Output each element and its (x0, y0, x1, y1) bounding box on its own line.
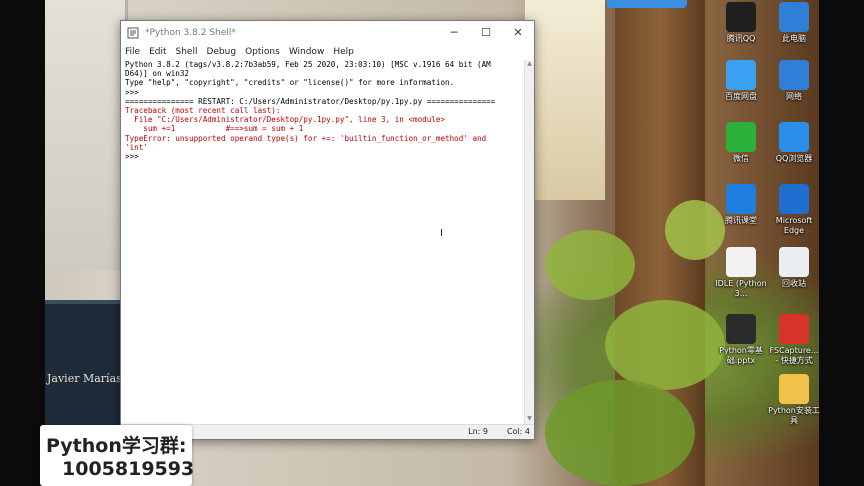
line-indicator: Ln: 9 (468, 427, 488, 436)
tencent-classroom-icon (726, 184, 756, 214)
letterbox-left (0, 0, 45, 486)
desktop-icon[interactable]: 微信 (715, 122, 767, 164)
desktop-icon[interactable]: 腾讯QQ (715, 2, 767, 44)
network-icon (779, 60, 809, 90)
folder-icon (779, 374, 809, 404)
qq-browser-icon (779, 122, 809, 152)
desktop-icon[interactable]: Microsoft Edge (768, 184, 820, 236)
desktop-icon-label: 回收站 (782, 279, 806, 288)
promo-line-1: Python学习群: (46, 435, 187, 457)
shell-line: Python 3.8.2 (tags/v3.8.2:7b3ab59, Feb 2… (125, 60, 491, 69)
desktop-icon[interactable]: IDLE (Python 3... (715, 247, 767, 299)
minimize-button[interactable]: ─ (438, 26, 470, 39)
shell-line: D64)] on win32 (125, 69, 190, 79)
desktop-icon-label: FSCapture... - 快捷方式 (769, 346, 819, 365)
wechat-icon (726, 122, 756, 152)
shell-line: >>> (125, 87, 144, 97)
shell-output[interactable]: Python 3.8.2 (tags/v3.8.2:7b3ab59, Feb 2… (123, 60, 524, 425)
desktop-icon-label: IDLE (Python 3... (715, 279, 767, 298)
desktop-icon-label: 网络 (786, 92, 802, 101)
menu-options[interactable]: Options (245, 47, 280, 57)
edge-icon (779, 184, 809, 214)
maximize-button[interactable]: ☐ (470, 26, 502, 39)
letterbox-right (819, 0, 864, 486)
close-button[interactable]: ✕ (502, 26, 534, 39)
desktop-icon-label: Python安装工具 (768, 406, 820, 425)
desktop-icon[interactable]: 百度网盘 (715, 60, 767, 102)
desktop-icon[interactable]: 腾讯课堂 (715, 184, 767, 226)
promo-banner: Python学习群: 1005819593 (40, 425, 195, 486)
shell-line: >>> (125, 152, 144, 162)
menu-debug[interactable]: Debug (206, 47, 236, 57)
computer-icon (779, 2, 809, 32)
desktop-icon-label: 此电脑 (782, 34, 806, 43)
desktop-icon[interactable]: FSCapture... - 快捷方式 (768, 314, 820, 366)
wall-panel (45, 0, 128, 270)
desktop-icon[interactable]: 回收站 (768, 247, 820, 289)
shell-line: Type "help", "copyright", "credits" or "… (125, 78, 455, 88)
shell-line: sum +=1 #==>sum = sum + 1 (125, 124, 304, 134)
title-bar[interactable]: *Python 3.8.2 Shell* ─ ☐ ✕ (121, 21, 534, 44)
book-title: Javier Marías (47, 372, 122, 385)
window-light (525, 0, 605, 200)
scroll-up-arrow-icon[interactable]: ▲ (525, 60, 534, 70)
desktop-icon-label: QQ浏览器 (775, 154, 813, 163)
floating-tag (607, 0, 687, 8)
fscapture-icon (779, 314, 809, 344)
idle-app-icon (127, 27, 139, 38)
menu-file[interactable]: File (125, 47, 140, 57)
shell-line: 'int' (125, 142, 148, 152)
menu-help[interactable]: Help (333, 47, 354, 57)
recycle-bin-icon (779, 247, 809, 277)
pptx-file-icon (726, 314, 756, 344)
menu-edit[interactable]: Edit (149, 47, 166, 57)
desktop-icon[interactable]: 此电脑 (768, 2, 820, 44)
desktop-icon-label: Python零基础.pptx (719, 346, 763, 365)
text-cursor-icon: I (440, 228, 443, 239)
idle-shell-window[interactable]: *Python 3.8.2 Shell* ─ ☐ ✕ File Edit She… (120, 20, 535, 440)
desktop-icon[interactable]: Python安装工具 (768, 374, 820, 426)
idle-icon (726, 247, 756, 277)
desktop-icon-label: 腾讯QQ (726, 34, 756, 43)
menu-shell[interactable]: Shell (176, 47, 198, 57)
menu-bar: File Edit Shell Debug Options Window Hel… (121, 44, 534, 60)
menu-window[interactable]: Window (289, 47, 325, 57)
vertical-scrollbar[interactable]: ▲ ▼ (524, 60, 534, 425)
desktop-icon[interactable]: QQ浏览器 (768, 122, 820, 164)
window-title: *Python 3.8.2 Shell* (145, 27, 236, 38)
desktop-icon[interactable]: Python零基础.pptx (715, 314, 767, 366)
plant-leaves (545, 380, 695, 486)
desktop-icon[interactable]: 网络 (768, 60, 820, 102)
desktop-icon-label: 微信 (733, 154, 749, 163)
promo-line-2: 1005819593 (62, 458, 195, 480)
plant-leaves (605, 300, 725, 390)
desktop-icon-label: Microsoft Edge (775, 216, 813, 235)
plant-leaves (545, 230, 635, 300)
baidu-netdisk-icon (726, 60, 756, 90)
column-indicator: Col: 4 (506, 427, 530, 436)
shell-line: Traceback (most recent call last): (125, 106, 281, 116)
qq-icon (726, 2, 756, 32)
shell-line: =============== RESTART: C:/Users/Admini… (125, 96, 496, 106)
desktop-icon-label: 腾讯课堂 (725, 216, 757, 225)
desktop-icon-label: 百度网盘 (725, 92, 757, 101)
shell-line: TypeError: unsupported operand type(s) f… (125, 133, 487, 143)
shell-line: File "C:/Users/Administrator/Desktop/py.… (125, 115, 446, 125)
